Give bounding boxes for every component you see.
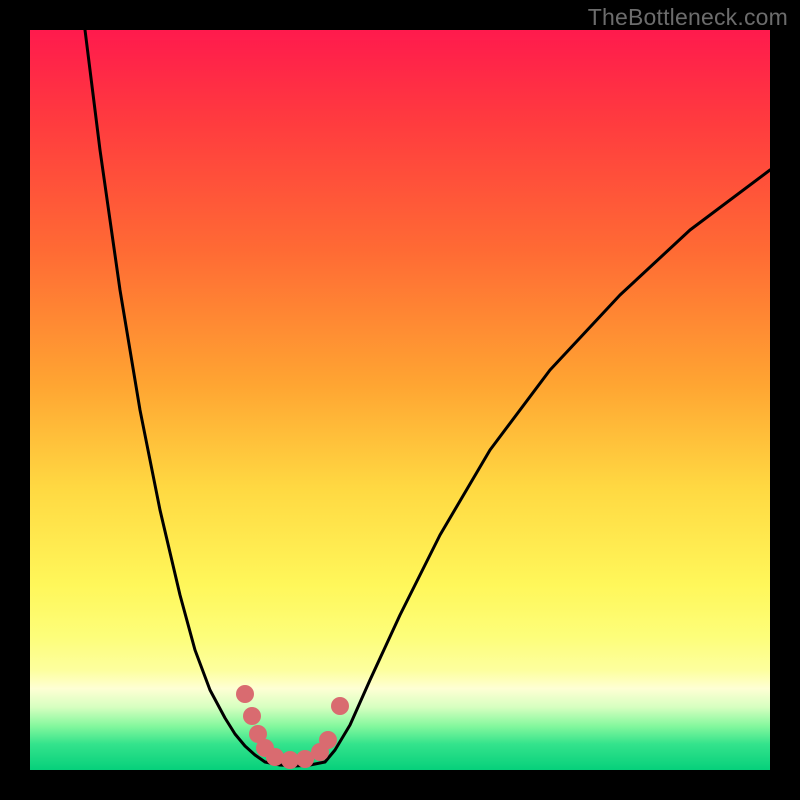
watermark-text: TheBottleneck.com — [588, 4, 788, 31]
plot-frame — [30, 30, 770, 770]
bottom-marker-cluster — [236, 685, 349, 769]
marker-dot — [331, 697, 349, 715]
marker-dot — [266, 748, 284, 766]
bottleneck-curve — [85, 30, 770, 766]
marker-dot — [236, 685, 254, 703]
marker-dot — [319, 731, 337, 749]
marker-dot — [243, 707, 261, 725]
curve-overlay — [30, 30, 770, 770]
